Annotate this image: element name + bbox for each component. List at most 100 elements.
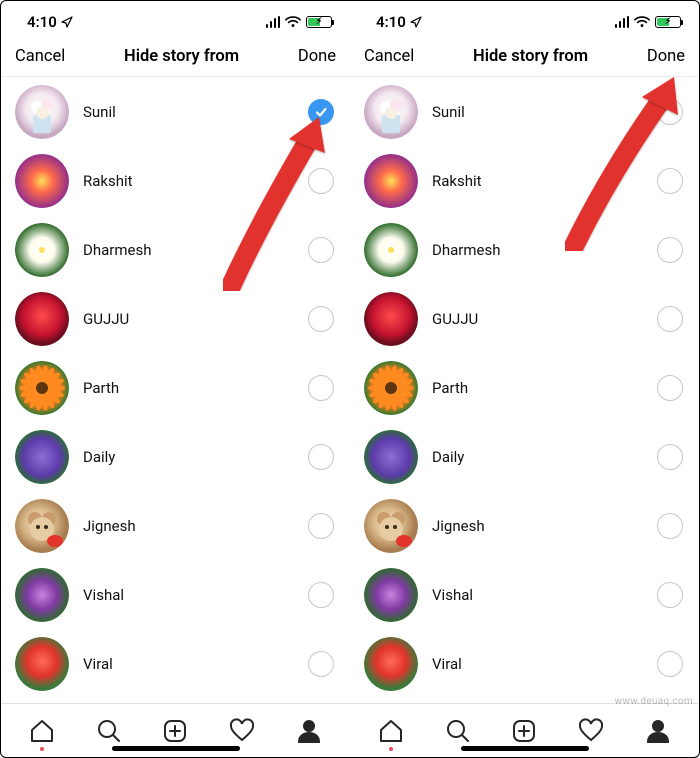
- selection-checkmark[interactable]: [308, 306, 334, 332]
- user-avatar: [364, 568, 418, 622]
- user-avatar: [364, 430, 418, 484]
- selection-checkmark[interactable]: [308, 237, 334, 263]
- home-indicator[interactable]: [461, 746, 589, 751]
- user-name: Sunil: [83, 103, 294, 121]
- user-row[interactable]: Jignesh: [1, 491, 350, 560]
- user-avatar: [15, 223, 69, 277]
- user-name: Parth: [432, 379, 643, 397]
- status-bar: 4:10 ⚡︎: [1, 1, 350, 37]
- tab-profile[interactable]: [295, 717, 323, 745]
- selection-checkmark[interactable]: [308, 444, 334, 470]
- wifi-icon: [285, 16, 301, 28]
- location-arrow-icon: [61, 16, 73, 28]
- user-avatar: [15, 85, 69, 139]
- location-arrow-icon: [410, 16, 422, 28]
- selection-checkmark[interactable]: [657, 444, 683, 470]
- user-row[interactable]: Rakshit: [350, 146, 699, 215]
- tab-activity[interactable]: [228, 717, 256, 745]
- user-avatar: [15, 499, 69, 553]
- selection-checkmark[interactable]: [308, 651, 334, 677]
- tab-search[interactable]: [444, 717, 472, 745]
- cellular-signal-icon: [615, 16, 630, 28]
- selection-checkmark[interactable]: [308, 168, 334, 194]
- selection-checkmark[interactable]: [657, 306, 683, 332]
- user-row[interactable]: Sunil: [1, 77, 350, 146]
- user-name: Parth: [83, 379, 294, 397]
- tab-add[interactable]: [161, 717, 189, 745]
- user-row[interactable]: Daily: [350, 422, 699, 491]
- user-name: Jignesh: [432, 517, 643, 535]
- status-time: 4:10: [27, 13, 57, 31]
- selection-checkmark[interactable]: [308, 99, 334, 125]
- user-name: Dharmesh: [83, 241, 294, 259]
- done-button[interactable]: Done: [647, 47, 685, 66]
- user-avatar: [15, 637, 69, 691]
- status-time: 4:10: [376, 13, 406, 31]
- selection-checkmark[interactable]: [657, 513, 683, 539]
- user-name: Daily: [432, 448, 643, 466]
- user-row[interactable]: Sunil: [350, 77, 699, 146]
- user-name: Dharmesh: [432, 241, 643, 259]
- done-button[interactable]: Done: [298, 47, 336, 66]
- cancel-button[interactable]: Cancel: [364, 47, 414, 66]
- tab-activity[interactable]: [577, 717, 605, 745]
- user-avatar: [364, 499, 418, 553]
- user-name: Vishal: [83, 586, 294, 604]
- tab-home[interactable]: [377, 717, 405, 745]
- selection-checkmark[interactable]: [657, 375, 683, 401]
- tab-search[interactable]: [95, 717, 123, 745]
- tab-add[interactable]: [510, 717, 538, 745]
- notification-dot-icon: [389, 747, 393, 751]
- selection-checkmark[interactable]: [657, 582, 683, 608]
- user-name: Viral: [432, 655, 643, 673]
- user-row[interactable]: Jignesh: [350, 491, 699, 560]
- user-avatar: [364, 85, 418, 139]
- user-name: Daily: [83, 448, 294, 466]
- home-indicator[interactable]: [112, 746, 240, 751]
- user-avatar: [364, 292, 418, 346]
- user-row[interactable]: Parth: [350, 353, 699, 422]
- screen-1: 4:10 ⚡︎ Cancel Hide story from Done Suni…: [1, 1, 350, 757]
- selection-checkmark[interactable]: [657, 237, 683, 263]
- selection-checkmark[interactable]: [657, 168, 683, 194]
- user-name: Viral: [83, 655, 294, 673]
- tab-profile[interactable]: [644, 717, 672, 745]
- selection-checkmark[interactable]: [308, 375, 334, 401]
- user-name: GUJJU: [83, 310, 294, 328]
- user-list[interactable]: Sunil Rakshit Dharmesh GUJJU Parth: [350, 77, 699, 703]
- user-row[interactable]: Dharmesh: [1, 215, 350, 284]
- user-avatar: [364, 154, 418, 208]
- user-avatar: [364, 223, 418, 277]
- user-avatar: [364, 637, 418, 691]
- cancel-button[interactable]: Cancel: [15, 47, 65, 66]
- notification-dot-icon: [40, 747, 44, 751]
- user-row[interactable]: Viral: [1, 629, 350, 698]
- battery-icon: ⚡︎: [306, 16, 332, 28]
- user-name: Rakshit: [83, 172, 294, 190]
- wifi-icon: [634, 16, 650, 28]
- user-list[interactable]: Sunil Rakshit Dharmesh GUJJU Parth: [1, 77, 350, 703]
- user-name: Jignesh: [83, 517, 294, 535]
- selection-checkmark[interactable]: [657, 99, 683, 125]
- user-row[interactable]: GUJJU: [1, 284, 350, 353]
- page-title: Hide story from: [124, 47, 239, 66]
- selection-checkmark[interactable]: [308, 513, 334, 539]
- user-row[interactable]: Vishal: [1, 560, 350, 629]
- user-row[interactable]: GUJJU: [350, 284, 699, 353]
- user-name: GUJJU: [432, 310, 643, 328]
- user-row[interactable]: Dharmesh: [350, 215, 699, 284]
- nav-header: Cancel Hide story from Done: [1, 37, 350, 77]
- user-row[interactable]: Parth: [1, 353, 350, 422]
- tab-home[interactable]: [28, 717, 56, 745]
- user-row[interactable]: Vishal: [350, 560, 699, 629]
- selection-checkmark[interactable]: [657, 651, 683, 677]
- selection-checkmark[interactable]: [308, 582, 334, 608]
- user-row[interactable]: Rakshit: [1, 146, 350, 215]
- user-name: Vishal: [432, 586, 643, 604]
- nav-header: Cancel Hide story from Done: [350, 37, 699, 77]
- user-row[interactable]: Viral: [350, 629, 699, 698]
- page-title: Hide story from: [473, 47, 588, 66]
- user-row[interactable]: Daily: [1, 422, 350, 491]
- user-name: Sunil: [432, 103, 643, 121]
- screenshot-pair: www.deuaq.com 4:10 ⚡︎ Cancel Hide story …: [0, 0, 700, 758]
